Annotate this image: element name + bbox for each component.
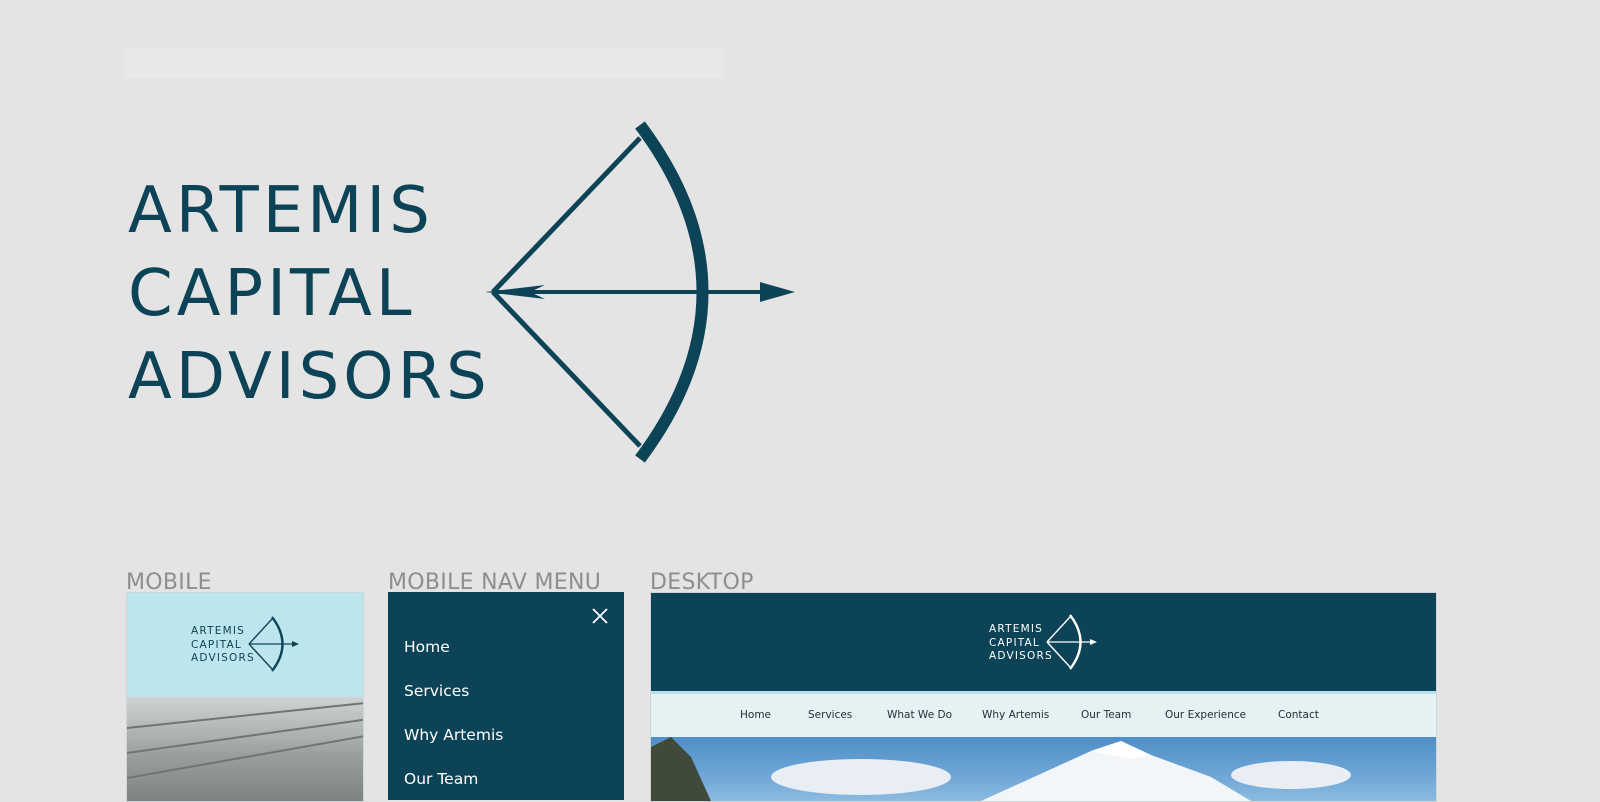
desktop-nav-item-why-artemis[interactable]: Why Artemis: [982, 709, 1049, 721]
mobile-mockup: ARTEMIS CAPITAL ADVISORS: [126, 592, 364, 802]
close-icon[interactable]: [588, 604, 612, 628]
mobile-nav-item-services[interactable]: Services: [404, 682, 469, 700]
desktop-hero-image: [651, 737, 1436, 801]
mobile-hero-image: [127, 697, 363, 801]
desktop-header: ARTEMIS CAPITAL ADVISORS: [651, 593, 1436, 691]
brand-line-1: ARTEMIS: [128, 174, 434, 248]
placeholder-bar: [124, 48, 724, 78]
mobile-nav-menu: Home Services Why Artemis Our Team: [388, 592, 624, 800]
hero-brand-name: ARTEMIS CAPITAL ADVISORS: [128, 170, 491, 419]
desktop-bow-icon: [1046, 614, 1097, 670]
mobile-bow-icon: [248, 616, 299, 672]
desktop-nav-item-contact[interactable]: Contact: [1278, 709, 1319, 721]
desktop-nav-item-our-experience[interactable]: Our Experience: [1165, 709, 1246, 721]
bow-and-arrow-icon: [485, 121, 795, 463]
mobile-nav-item-why-artemis[interactable]: Why Artemis: [404, 726, 503, 744]
desktop-nav-item-our-team[interactable]: Our Team: [1081, 709, 1131, 721]
desktop-nav-item-what-we-do[interactable]: What We Do: [887, 709, 952, 721]
desktop-nav-item-home[interactable]: Home: [740, 709, 771, 721]
brand-line-2: CAPITAL: [128, 257, 416, 331]
mobile-nav-item-our-team[interactable]: Our Team: [404, 770, 478, 788]
brand-line-3: ADVISORS: [128, 340, 491, 414]
desktop-nav-item-services[interactable]: Services: [808, 709, 852, 721]
mountain-image: [651, 737, 1351, 801]
desktop-nav-bar: Home Services What We Do Why Artemis Our…: [651, 691, 1436, 737]
mobile-header: ARTEMIS CAPITAL ADVISORS: [127, 593, 363, 697]
desktop-mockup: ARTEMIS CAPITAL ADVISORS Home Services W…: [650, 592, 1437, 802]
mobile-nav-item-home[interactable]: Home: [404, 638, 450, 656]
